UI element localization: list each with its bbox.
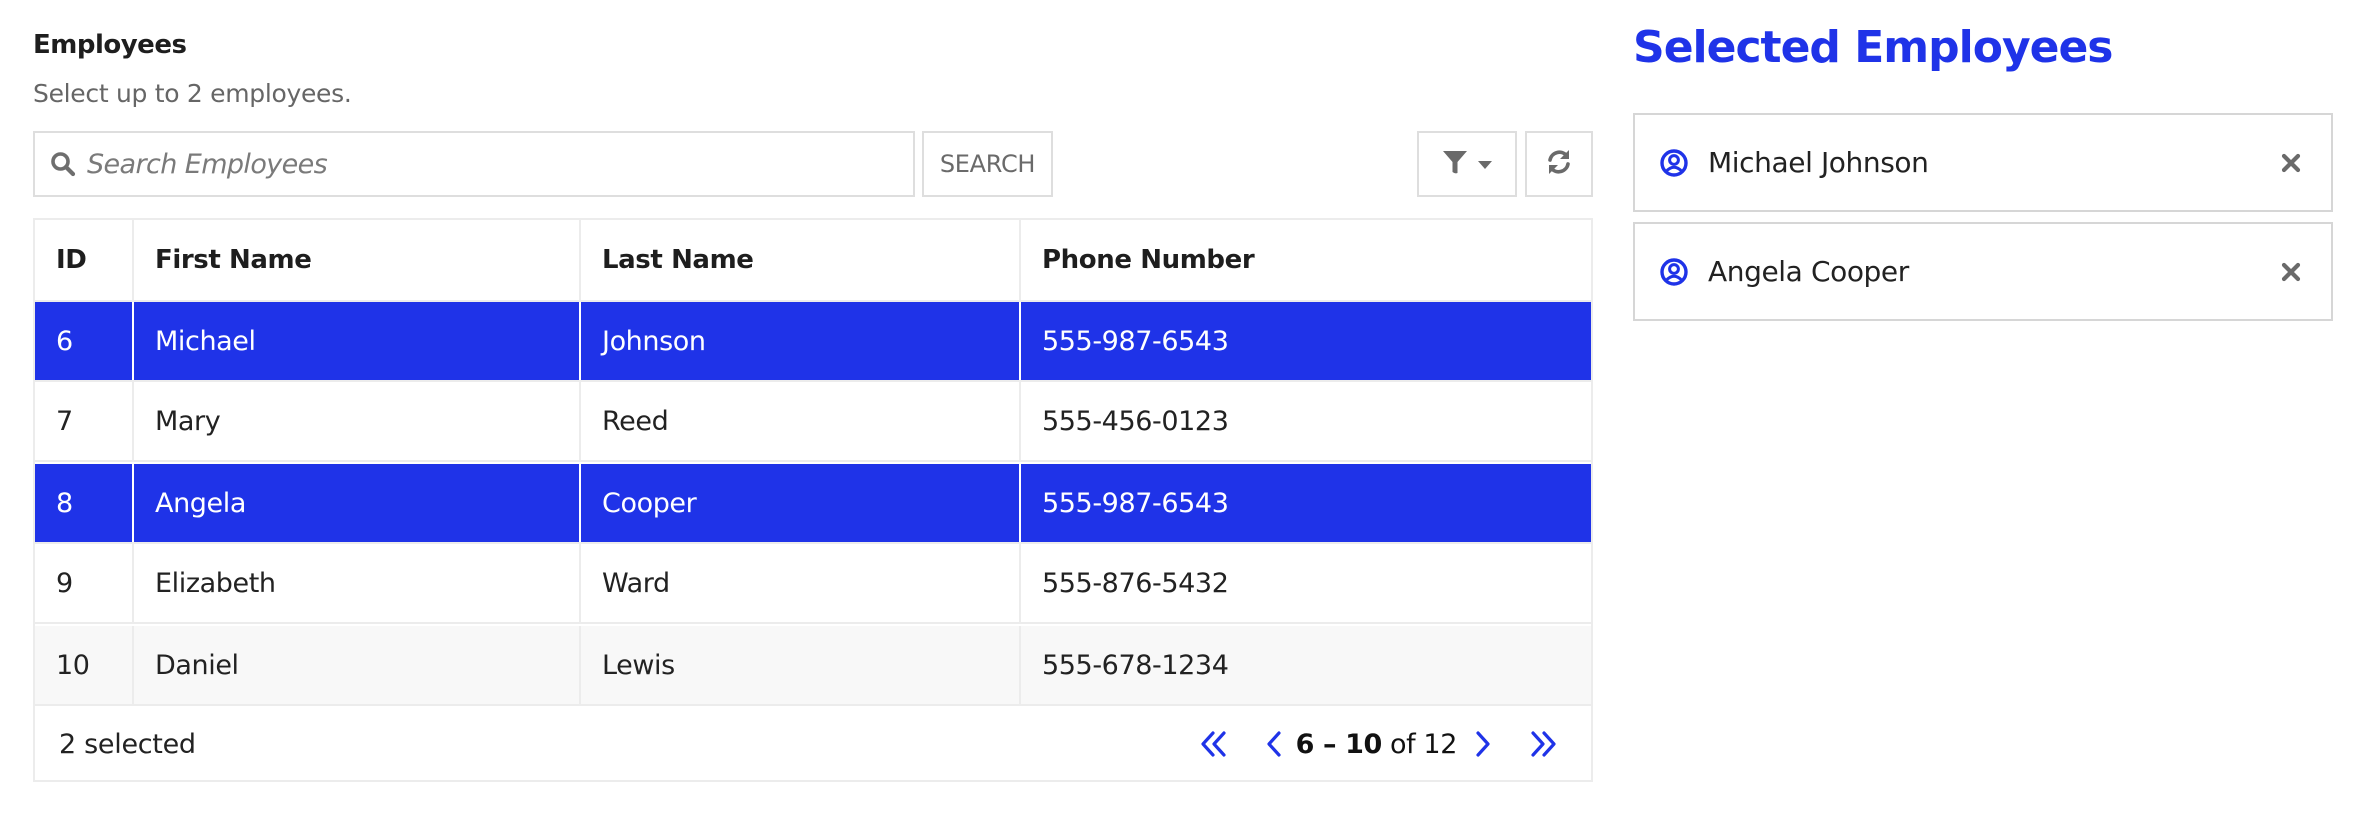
- chevrons-right-icon: [1531, 731, 1556, 757]
- selected-count: 2 selected: [59, 728, 196, 760]
- column-header-id[interactable]: ID: [35, 220, 134, 300]
- close-icon: [2281, 262, 2301, 281]
- cell-phone-number: 555-876-5432: [1042, 567, 1229, 599]
- employees-subtitle: Select up to 2 employees.: [33, 79, 352, 108]
- table-footer: 2 selected 6 – 10 of 12: [35, 708, 1591, 780]
- chevron-left-icon: [1266, 731, 1281, 757]
- cell-last-name: Cooper: [581, 464, 1021, 542]
- selected-employee-name: Michael Johnson: [1708, 146, 1929, 179]
- chevrons-left-icon: [1200, 731, 1226, 757]
- page-range-current: 6 – 10: [1295, 728, 1383, 760]
- close-icon: [2281, 153, 2301, 172]
- table-row-selected[interactable]: 6 Michael Johnson 555-987-6543: [35, 302, 1591, 382]
- filter-icon: [1442, 149, 1468, 179]
- pagination: 6 – 10 of 12: [1200, 708, 1557, 780]
- refresh-button[interactable]: [1525, 131, 1593, 197]
- search-button[interactable]: SEARCH: [922, 131, 1053, 197]
- selected-employee-name: Angela Cooper: [1708, 255, 1909, 288]
- filter-button[interactable]: [1417, 131, 1517, 197]
- selected-employees-title: Selected Employees: [1633, 22, 2113, 73]
- next-page-button[interactable]: [1475, 724, 1491, 764]
- cell-id: 7: [35, 382, 134, 460]
- table-row[interactable]: 10 Daniel Lewis 555-678-1234: [35, 626, 1591, 706]
- previous-page-button[interactable]: [1266, 724, 1282, 764]
- selected-employee-item: Angela Cooper: [1633, 222, 2333, 321]
- search-field[interactable]: [33, 131, 915, 197]
- employees-table: ID First Name Last Name Phone Number 6 M…: [33, 218, 1593, 782]
- table-row[interactable]: 7 Mary Reed 555-456-0123: [35, 382, 1591, 462]
- cell-id: 8: [35, 464, 134, 542]
- table-row-selected[interactable]: 8 Angela Cooper 555-987-6543: [35, 464, 1591, 544]
- page-range: 6 – 10 of 12: [1295, 728, 1458, 760]
- remove-selected-employee-button[interactable]: [2279, 151, 2303, 175]
- cell-last-name: Johnson: [581, 302, 1021, 380]
- cell-first-name: Michael: [134, 302, 581, 380]
- selected-employee-item: Michael Johnson: [1633, 113, 2333, 212]
- cell-phone-number: 555-987-6543: [1042, 325, 1229, 357]
- first-page-button[interactable]: [1200, 724, 1228, 764]
- cell-last-name: Reed: [581, 382, 1021, 460]
- cell-id: 6: [35, 302, 134, 380]
- cell-phone-number: 555-678-1234: [1042, 649, 1229, 681]
- refresh-icon: [1545, 148, 1573, 180]
- table-row[interactable]: 9 Elizabeth Ward 555-876-5432: [35, 544, 1591, 624]
- remove-selected-employee-button[interactable]: [2279, 260, 2303, 284]
- search-icon: [49, 150, 77, 178]
- column-header-phone-number[interactable]: Phone Number: [1021, 220, 1591, 300]
- chevron-right-icon: [1476, 731, 1490, 757]
- page-range-total: of 12: [1381, 728, 1457, 760]
- user-circle-icon: [1660, 148, 1688, 177]
- user-circle-icon: [1660, 257, 1688, 286]
- cell-phone-number: 555-987-6543: [1042, 487, 1229, 519]
- search-input[interactable]: [87, 148, 887, 180]
- column-header-first-name[interactable]: First Name: [134, 220, 581, 300]
- cell-last-name: Ward: [581, 544, 1021, 622]
- employees-title: Employees: [33, 30, 187, 60]
- cell-id: 9: [35, 544, 134, 622]
- column-header-last-name[interactable]: Last Name: [581, 220, 1021, 300]
- cell-first-name: Daniel: [134, 626, 581, 704]
- cell-first-name: Mary: [134, 382, 581, 460]
- caret-down-icon: [1478, 155, 1492, 174]
- cell-last-name: Lewis: [581, 626, 1021, 704]
- cell-phone-number: 555-456-0123: [1042, 405, 1229, 437]
- last-page-button[interactable]: [1529, 724, 1557, 764]
- cell-first-name: Angela: [134, 464, 581, 542]
- cell-first-name: Elizabeth: [134, 544, 581, 622]
- cell-id: 10: [35, 626, 134, 704]
- table-header-row: ID First Name Last Name Phone Number: [35, 220, 1591, 302]
